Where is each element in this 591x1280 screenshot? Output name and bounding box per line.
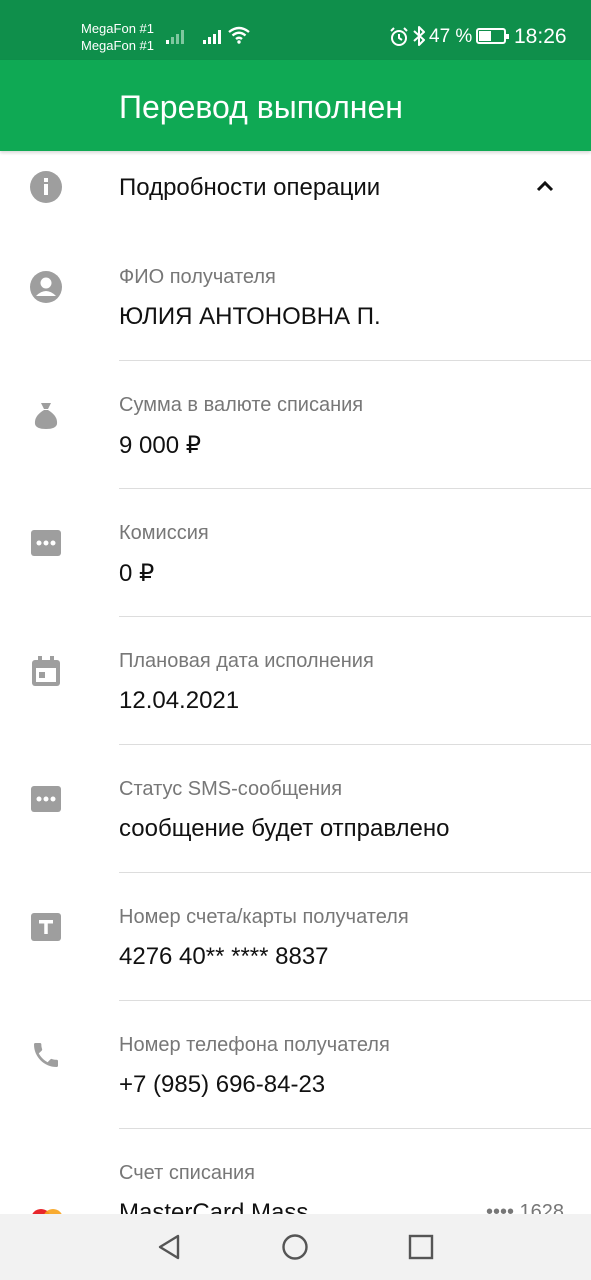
row-recipient-name: ФИО получателя ЮЛИЯ АНТОНОВНА П. — [0, 233, 591, 361]
row-value: MasterCard Mass — [119, 1199, 309, 1214]
row-label: Номер телефона получателя — [119, 1034, 390, 1056]
info-icon — [30, 171, 62, 203]
carrier-2: MegaFon #1 — [81, 38, 154, 53]
row-label: Сумма в валюте списания — [119, 394, 364, 416]
bluetooth-icon — [413, 26, 425, 46]
phone-icon — [34, 1043, 58, 1067]
recent-apps-icon[interactable] — [408, 1234, 434, 1260]
home-icon[interactable] — [281, 1233, 309, 1261]
details-header[interactable]: Подробности операции — [0, 151, 591, 225]
row-value: ЮЛИЯ АНТОНОВНА П. — [119, 303, 381, 330]
row-label: Номер счета/карты получателя — [119, 906, 409, 928]
carrier-names: MegaFon #1 MegaFon #1 — [81, 20, 154, 54]
card-last-digits: •••• 1628 — [485, 1201, 564, 1214]
row-value: +7 (985) 696-84-23 — [119, 1071, 326, 1098]
more-dots-icon — [31, 530, 61, 556]
row-commission: Комиссия 0 ₽ — [0, 489, 591, 617]
row-amount: Сумма в валюте списания 9 000 ₽ — [0, 361, 591, 489]
row-sms-status: Статус SMS-сообщения сообщение будет отп… — [0, 745, 591, 873]
card-number-icon — [31, 913, 61, 941]
money-bag-icon — [34, 403, 58, 429]
signal-weak-icon — [166, 30, 184, 44]
carrier-1: MegaFon #1 — [81, 21, 154, 36]
battery-percent: 47 % — [429, 26, 473, 47]
status-bar: MegaFon #1 MegaFon #1 47 % 18:26 — [0, 0, 591, 60]
row-label: Комиссия — [119, 522, 209, 544]
row-planned-date: Плановая дата исполнения 12.04.2021 — [0, 617, 591, 745]
back-icon[interactable] — [155, 1233, 183, 1261]
more-dots-icon — [31, 786, 61, 812]
battery-icon — [476, 28, 509, 44]
row-label: Счет списания — [119, 1162, 255, 1184]
operation-details[interactable]: Подробности операции ФИО получателя ЮЛИЯ… — [0, 151, 591, 1214]
row-value: сообщение будет отправлено — [119, 815, 450, 842]
row-value: 9 000 ₽ — [119, 432, 201, 459]
app-bar: Перевод выполнен — [0, 60, 591, 151]
page-title: Перевод выполнен — [119, 89, 403, 125]
chevron-up-icon[interactable] — [533, 178, 557, 194]
calendar-icon — [32, 656, 60, 686]
row-debit-account[interactable]: Счет списания MasterCard Mass •••• 1628 — [0, 1129, 591, 1214]
row-value: 0 ₽ — [119, 560, 155, 587]
wifi-icon — [228, 26, 250, 44]
status-time: 18:26 — [514, 25, 567, 48]
details-title: Подробности операции — [119, 174, 381, 201]
system-nav-bar — [0, 1214, 591, 1280]
row-label: Плановая дата исполнения — [119, 650, 374, 672]
row-label: Статус SMS-сообщения — [119, 778, 343, 800]
row-recipient-card: Номер счета/карты получателя 4276 40** *… — [0, 873, 591, 1001]
signal-strong-icon — [203, 30, 221, 44]
row-value: 12.04.2021 — [119, 687, 240, 714]
row-label: ФИО получателя — [119, 266, 276, 288]
person-icon — [30, 271, 62, 303]
row-recipient-phone: Номер телефона получателя +7 (985) 696-8… — [0, 1001, 591, 1129]
alarm-icon — [390, 27, 408, 46]
row-value: 4276 40** **** 8837 — [119, 943, 329, 970]
